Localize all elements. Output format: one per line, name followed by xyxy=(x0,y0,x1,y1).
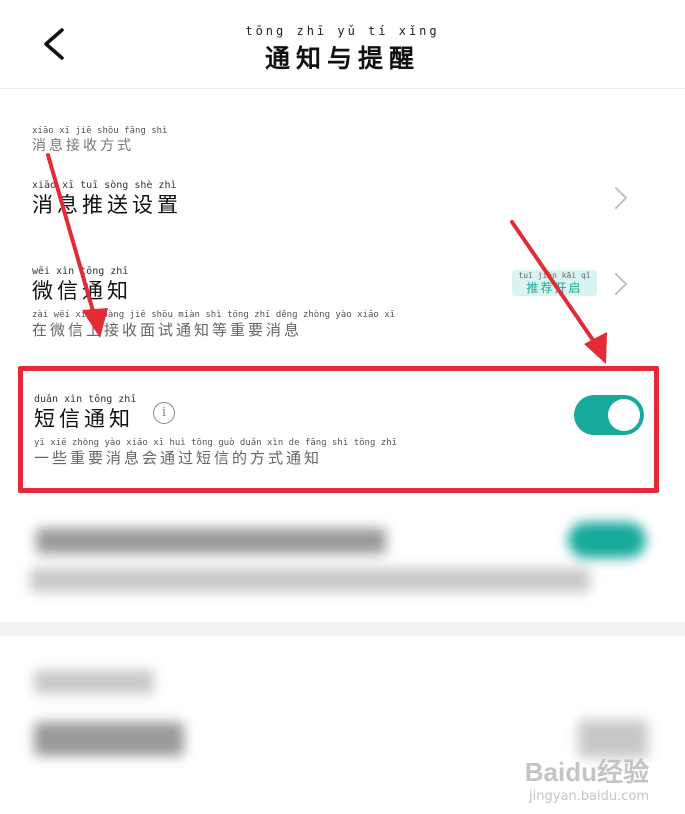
watermark: Baidu经验 jingyan.baidu.com xyxy=(525,752,649,804)
watermark-brand: Baidu经验 xyxy=(524,757,649,787)
annotation-arrows xyxy=(46,153,607,364)
watermark-site: jingyan.baidu.com xyxy=(529,789,649,804)
